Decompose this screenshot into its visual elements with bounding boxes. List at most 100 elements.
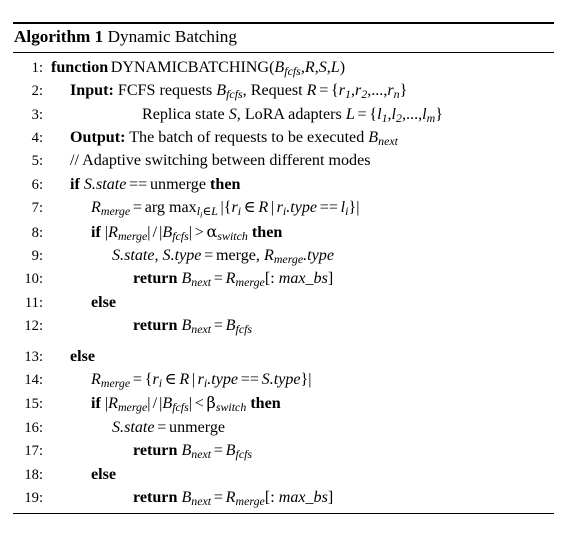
algorithm-bottom-rule [13, 513, 554, 515]
ellipsis: ... [406, 105, 419, 123]
line-content: if S.state == unmerge then [45, 173, 554, 196]
lora-text: LoRA adapters [244, 105, 342, 123]
op-equals: = [132, 199, 142, 217]
field-state: state [124, 246, 155, 264]
abs-close: | [356, 199, 360, 217]
line-number: 1: [31, 59, 43, 76]
line-number: 19: [24, 490, 43, 507]
line-number: 18: [24, 466, 43, 483]
replica-text: Replica state [142, 105, 225, 123]
algorithm-line: 7: Rmerge = arg maxli∈L |{ri ∈ R | ri.type == li}… [13, 196, 554, 219]
keyword-if: if [70, 175, 80, 193]
sub-switch: switch [215, 400, 247, 415]
abs-close: | [308, 370, 312, 388]
keyword-return: return [133, 270, 178, 288]
algorithm-line: 10: return Bnext = Rmerge[: max_bs] [13, 267, 554, 290]
var-b-fcfs: B [225, 317, 236, 335]
field-state: state [124, 418, 155, 436]
keyword-input: Input: [70, 82, 114, 100]
var-b-fcfs: B [216, 82, 227, 100]
keyword-if: if [91, 223, 101, 241]
value-unmerge: unmerge [149, 175, 206, 193]
line-content: return Bnext = Rmerge[: max_bs] [45, 486, 554, 509]
line-content: function DYNAMICBATCHING(Bfcfs,R,S,L) [45, 56, 554, 79]
algorithm-line: 9: S.state, S.type = merge, Rmerge.type [13, 244, 554, 267]
comment-text: // Adaptive switching between different … [70, 152, 371, 170]
op-argmax: arg max [144, 199, 197, 217]
sub-fcfs: fcfs [235, 447, 253, 462]
field-type: type [211, 370, 239, 388]
op-equals: = [213, 489, 223, 507]
keyword-else: else [91, 293, 117, 311]
symbol-alpha: α [206, 221, 218, 241]
op-eqeq: == [129, 175, 148, 193]
op-equals: = [157, 418, 167, 436]
line-content: Input: FCFS requests Bfcfs, Request R = {r… [70, 82, 408, 102]
var-S: S [112, 418, 121, 436]
algorithm-line: 4: Output: The batch of requests to be e… [13, 126, 554, 149]
procedure-name: DYNAMICBATCHING [110, 58, 270, 76]
var-b-next: B [181, 442, 192, 460]
algorithm-line: 15: if |Rmerge| / |Bfcfs| < βswitch then [13, 391, 554, 415]
var-b-fcfs: B [274, 58, 285, 76]
line-number: 7: [31, 200, 43, 217]
line-content: else [45, 463, 554, 486]
algorithm-body: 1: function DYNAMICBATCHING(Bfcfs,R,S,L) … [13, 53, 554, 514]
bracket-close: ] [327, 489, 334, 507]
op-slash: / [152, 395, 158, 413]
line-content: Replica state S, LoRA adapters L = {l1,l2,… [142, 105, 443, 125]
var-max-bs: max_bs [278, 489, 328, 507]
op-eqeq: == [240, 370, 259, 388]
line-content: S.state, S.type = merge, Rmerge.type [45, 244, 554, 267]
algorithm-line: 17: return Bnext = Bfcfs [13, 439, 554, 462]
var-b-fcfs: B [225, 442, 236, 460]
algorithm-line: 19: return Bnext = Rmerge[: max_bs] [13, 486, 554, 509]
var-r-merge: R [91, 370, 101, 388]
keyword-output: Output: [70, 128, 126, 146]
value-unmerge: unmerge [169, 418, 226, 436]
colon: : [270, 270, 275, 288]
brace-open: { [331, 82, 339, 100]
field-type: type [174, 246, 202, 264]
sub-merge: merge [117, 400, 148, 415]
algorithm-line: 5: // Adaptive switching between differe… [13, 149, 554, 172]
ellipsis: ... [371, 82, 384, 100]
keyword-return: return [133, 317, 178, 335]
var-r-merge: R [225, 270, 236, 288]
keyword-function: function [51, 58, 109, 76]
keyword-then: then [210, 175, 241, 193]
sub-merge: merge [235, 494, 265, 509]
op-in: ∈ [243, 199, 256, 217]
abs-close: | [147, 395, 151, 413]
line-number: 13: [24, 348, 43, 365]
var-max-bs: max_bs [278, 270, 328, 288]
var-b-fcfs: B [162, 223, 173, 241]
var-r-merge: R [108, 395, 118, 413]
op-equals: = [213, 317, 223, 335]
keyword-return: return [133, 442, 178, 460]
field-state: state [95, 175, 127, 193]
op-less-than: < [194, 395, 204, 413]
value-merge: merge [215, 246, 256, 264]
field-type: type [290, 199, 318, 217]
algorithm-line: 13: else [13, 345, 554, 368]
line-number: 3: [31, 106, 43, 123]
keyword-return: return [133, 489, 178, 507]
line-content: if |Rmerge| / |Bfcfs| < βswitch then [45, 391, 554, 415]
brace-open: { [369, 105, 378, 123]
brace-close: } [435, 105, 443, 123]
op-greater-than: > [194, 223, 204, 241]
algorithm-line: 3: Replica state S, LoRA adapters L = {l1,… [13, 103, 554, 126]
sub-next: next [191, 494, 212, 509]
line-number: 14: [24, 371, 43, 388]
line-number: 5: [31, 153, 43, 170]
var-S: S [318, 58, 327, 76]
set-bar: | [191, 370, 196, 388]
sub-next: next [191, 322, 212, 337]
op-equals: = [204, 246, 214, 264]
sub-next: next [378, 134, 398, 149]
var-L: L [345, 105, 355, 123]
var-r-merge: R [91, 199, 101, 217]
line-number: 8: [31, 224, 43, 241]
sub-merge: merge [273, 252, 304, 267]
